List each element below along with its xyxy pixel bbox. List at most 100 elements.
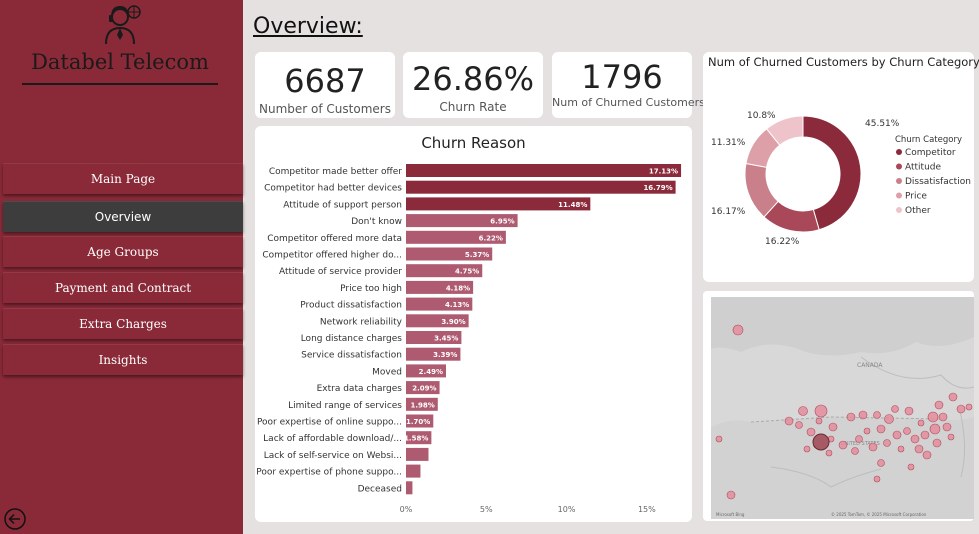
- map-bubble[interactable]: [877, 459, 885, 467]
- map-bubble[interactable]: [934, 400, 944, 410]
- bar-data-label: 3.39%: [433, 351, 457, 359]
- brand-divider: [22, 83, 218, 85]
- nav-insights[interactable]: Insights: [3, 344, 243, 375]
- kpi-card-churn-rate: 26.86% Churn Rate: [403, 52, 543, 118]
- legend-item[interactable]: Competitor: [905, 148, 956, 158]
- bar-category-label: Poor expertise of online suppo...: [257, 418, 402, 428]
- map-bubble[interactable]: [938, 412, 948, 422]
- map-bubble[interactable]: [814, 404, 828, 418]
- legend-marker: [896, 207, 902, 213]
- page-title: Overview:: [253, 14, 363, 39]
- map-bubble[interactable]: [715, 435, 723, 443]
- map-bubble[interactable]: [910, 434, 920, 444]
- legend-item[interactable]: Other: [905, 206, 931, 216]
- map-bubble[interactable]: [726, 490, 736, 500]
- map-bubble[interactable]: [838, 440, 848, 450]
- map-bubble[interactable]: [942, 422, 952, 432]
- bar-data-label: 5.37%: [465, 251, 489, 259]
- bar-data-label: 3.90%: [441, 318, 465, 326]
- map-bubble[interactable]: [917, 419, 925, 427]
- slice-label: 16.22%: [765, 237, 800, 247]
- kpi-value: 26.86%: [411, 60, 534, 98]
- map-bubble[interactable]: [897, 445, 905, 453]
- map-bubble-large[interactable]: [812, 433, 830, 451]
- map-attribution: © 2025 TomTom, © 2025 Microsoft Corporat…: [831, 512, 927, 517]
- bar-data-label: 3.45%: [434, 335, 458, 343]
- bar-category-label: Limited range of services: [288, 401, 402, 411]
- bar-category-label: Attitude of service provider: [279, 267, 402, 277]
- map-bubble[interactable]: [920, 430, 930, 440]
- legend-item[interactable]: Price: [905, 192, 927, 202]
- legend-marker: [896, 163, 902, 170]
- map-bubble[interactable]: [914, 444, 924, 454]
- nav-payment-and-contract[interactable]: Payment and Contract: [3, 272, 243, 303]
- map-bubble[interactable]: [884, 414, 894, 424]
- map-bubble[interactable]: [868, 442, 878, 452]
- kpi-value: 1796: [581, 58, 663, 96]
- legend-item[interactable]: Attitude: [905, 163, 942, 173]
- map-bubble[interactable]: [932, 438, 942, 448]
- bar-category-label: Price too high: [340, 284, 402, 294]
- map-bubble[interactable]: [873, 475, 881, 483]
- map-bubble[interactable]: [883, 439, 891, 447]
- map-bubble[interactable]: [892, 430, 902, 440]
- bar[interactable]: [406, 481, 413, 495]
- map-bubble[interactable]: [825, 449, 833, 457]
- map-bubble[interactable]: [828, 422, 838, 432]
- telecom-agent-icon: [98, 2, 142, 46]
- kpi-value: 6687: [284, 62, 366, 100]
- map-bubble[interactable]: [858, 410, 868, 420]
- bar-data-label: 6.95%: [490, 218, 514, 226]
- map-bubble[interactable]: [873, 411, 881, 419]
- customer-location-map[interactable]: CANADA UNITED STATES Microsoft Bing © 20…: [711, 297, 974, 519]
- slice-label: 10.8%: [747, 111, 776, 121]
- back-arrow-icon[interactable]: [4, 508, 26, 530]
- bar-data-label: 2.09%: [412, 385, 436, 393]
- map-bubble[interactable]: [815, 417, 823, 425]
- bar-category-label: Long distance charges: [301, 334, 403, 344]
- map-bubble[interactable]: [927, 411, 939, 423]
- nav-overview[interactable]: Overview: [3, 201, 243, 232]
- map-bubble[interactable]: [846, 412, 856, 422]
- map-bubble[interactable]: [922, 450, 932, 460]
- bar-category-label: Don't know: [351, 217, 402, 227]
- bar-data-label: 4.75%: [455, 268, 479, 276]
- bar-data-label: 4.18%: [446, 284, 470, 292]
- map-bubble[interactable]: [876, 424, 886, 434]
- bar-category-label: Product dissatisfaction: [300, 301, 402, 311]
- bar[interactable]: [406, 447, 429, 461]
- bar-data-label: 16.79%: [643, 184, 672, 192]
- map-bubble[interactable]: [907, 463, 915, 471]
- nav-extra-charges[interactable]: Extra Charges: [3, 308, 243, 339]
- bar-category-label: Attitude of support person: [283, 200, 402, 210]
- map-bubble[interactable]: [798, 406, 808, 416]
- map-bubble[interactable]: [732, 324, 744, 336]
- sidebar: Databel Telecom Main Page Overview Age G…: [0, 0, 243, 534]
- legend-item[interactable]: Dissatisfaction: [905, 177, 971, 187]
- map-bubble[interactable]: [855, 435, 863, 443]
- map-bubble[interactable]: [965, 403, 973, 411]
- map-bubble[interactable]: [947, 433, 955, 441]
- map-bubble[interactable]: [784, 416, 794, 426]
- map-bubble[interactable]: [929, 423, 941, 435]
- bar[interactable]: [406, 180, 676, 194]
- map-bubble[interactable]: [956, 404, 966, 414]
- legend-title: Churn Category: [895, 135, 962, 145]
- map-bubble[interactable]: [863, 427, 871, 435]
- map-bubble[interactable]: [806, 427, 816, 437]
- map-bubble[interactable]: [891, 405, 899, 413]
- map-bubble[interactable]: [903, 427, 911, 435]
- nav-age-groups[interactable]: Age Groups: [3, 236, 243, 267]
- map-bubble[interactable]: [795, 421, 803, 429]
- bar[interactable]: [406, 464, 421, 478]
- bar-category-label: Competitor offered higher do...: [262, 251, 402, 261]
- bar-category-label: Extra data charges: [317, 384, 403, 394]
- churn-category-card: Num of Churned Customers by Churn Catego…: [703, 52, 979, 282]
- map-bubble[interactable]: [904, 406, 914, 416]
- map-bubble[interactable]: [851, 447, 859, 455]
- nav-main-page[interactable]: Main Page: [3, 163, 243, 194]
- map-bubble[interactable]: [803, 445, 811, 453]
- map-bubble[interactable]: [948, 392, 958, 402]
- bar[interactable]: [406, 164, 682, 177]
- bar-category-label: Poor expertise of phone suppo...: [256, 468, 402, 478]
